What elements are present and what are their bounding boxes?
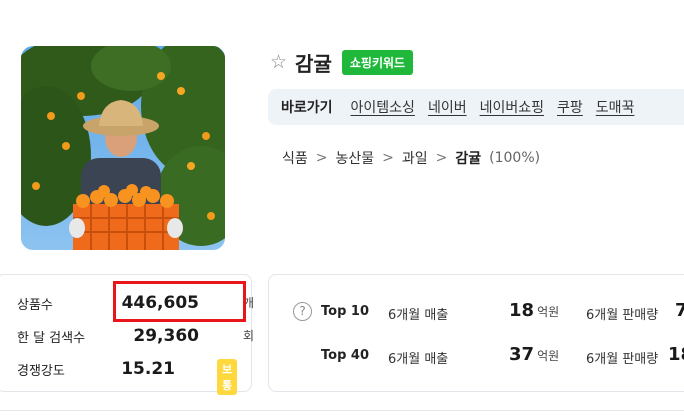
- stat-value-competition: 15.21: [121, 359, 175, 379]
- volume-label: 6개월 판매량: [586, 308, 659, 323]
- product-title: 감귤: [295, 52, 332, 76]
- rank-row-top10: ? Top 10 6개월 매출 18억원 6개월 판매량 7: [269, 300, 684, 325]
- competition-level-badge: 보통: [217, 359, 238, 395]
- star-outline-icon[interactable]: ☆: [270, 53, 287, 72]
- shopping-keyword-badge: 쇼핑키워드: [341, 50, 414, 75]
- sales-number: 37: [509, 344, 535, 365]
- divider: [0, 410, 684, 411]
- chevron-right-icon: >: [382, 150, 394, 166]
- stat-label: 한 달 검색수: [17, 330, 86, 346]
- stat-label: 경쟁강도: [17, 363, 65, 379]
- breadcrumb-item[interactable]: 농산물: [336, 148, 375, 168]
- shortcut-link-coupang[interactable]: 쿠팡: [557, 97, 583, 117]
- breadcrumb-item[interactable]: 과일: [402, 148, 428, 168]
- rank-label: Top 10: [321, 304, 369, 319]
- sales-value: 37 억원: [509, 344, 559, 365]
- breadcrumb-percent: (100%): [489, 150, 541, 166]
- sales-unit: 억원: [537, 305, 560, 319]
- shortcut-link-naver-shopping[interactable]: 네이버쇼핑: [480, 97, 544, 117]
- volume-label: 6개월 판매량: [586, 352, 659, 367]
- breadcrumb-item[interactable]: 식품: [282, 148, 308, 168]
- sales-number: 18: [509, 300, 535, 321]
- shortcut-link-naver[interactable]: 네이버: [428, 97, 467, 117]
- sales-label: 6개월 매출: [388, 352, 449, 367]
- stat-row-monthly-search: 한 달 검색수 29,360 회: [17, 325, 254, 347]
- stat-value-monthly-search: 29,360: [133, 326, 199, 346]
- shortcut-link-item-sourcing[interactable]: 아이템소싱: [351, 97, 415, 117]
- shortcut-bar: 바로가기 아이템소싱 네이버 네이버쇼핑 쿠팡 도매꾹: [268, 89, 684, 125]
- product-header: ☆ 감귤 쇼핑키워드: [270, 48, 414, 77]
- category-breadcrumb: 식품 > 농산물 > 과일 > 감귤 (100%): [282, 148, 540, 168]
- shortcut-link-domeggook[interactable]: 도매꾹: [596, 97, 635, 117]
- product-photo: [21, 46, 225, 250]
- product-image: [21, 46, 225, 250]
- shortcut-title: 바로가기: [281, 100, 333, 116]
- question-circle-icon[interactable]: ?: [293, 302, 312, 321]
- rank-label: Top 40: [321, 348, 369, 363]
- sales-value: 18 억원: [509, 300, 559, 321]
- stat-label: 상품수: [17, 297, 53, 313]
- sales-unit: 억원: [537, 349, 560, 363]
- sales-label: 6개월 매출: [388, 308, 449, 323]
- chevron-right-icon: >: [435, 150, 448, 166]
- stat-row-competition: 경쟁강도 15.21 보통: [17, 358, 238, 395]
- chevron-right-icon: >: [315, 150, 328, 166]
- ranking-card: ? Top 10 6개월 매출 18억원 6개월 판매량 7 Top 40 6개…: [268, 274, 684, 392]
- breadcrumb-current: 감귤: [455, 151, 482, 167]
- volume-value: 18: [668, 344, 684, 365]
- stat-unit: 회: [243, 329, 255, 343]
- volume-value: 7: [675, 300, 684, 321]
- rank-row-top40: Top 40 6개월 매출 37억원 6개월 판매량 18: [269, 344, 684, 369]
- highlight-box: [113, 281, 246, 322]
